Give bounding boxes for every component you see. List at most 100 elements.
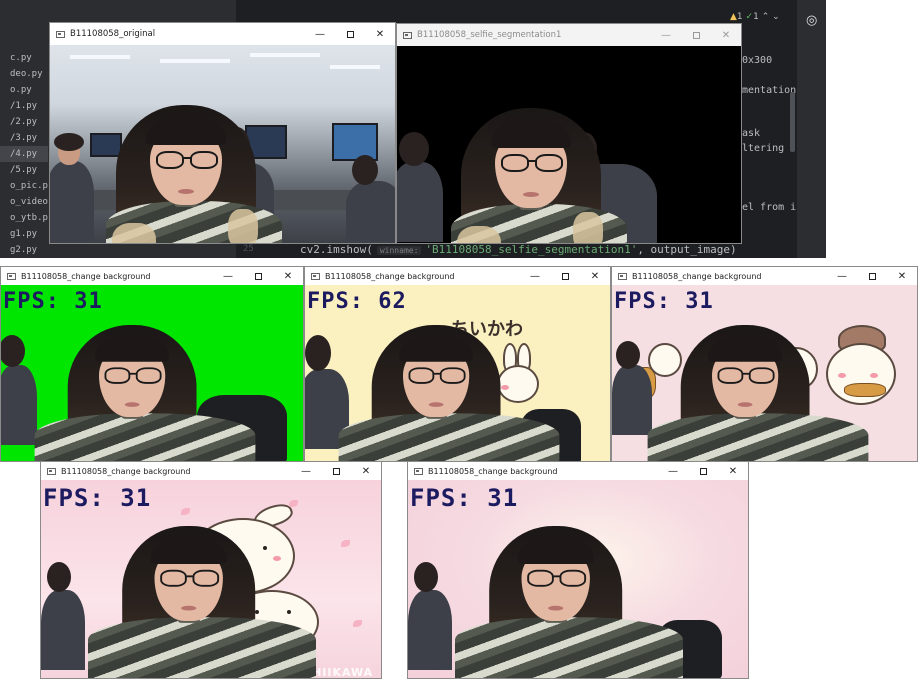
maximize-icon — [332, 467, 340, 475]
param-hint: winname: — [376, 246, 422, 255]
maximize-button[interactable] — [335, 23, 365, 45]
warning-icon: ▲ — [730, 12, 737, 22]
window-title: B11108058_change background — [632, 271, 762, 281]
maximize-button[interactable] — [681, 24, 711, 46]
file-item[interactable]: o_pic.py — [0, 178, 48, 194]
file-item[interactable]: /2.py — [0, 114, 48, 130]
close-button[interactable]: ✕ — [351, 462, 381, 480]
minimize-button[interactable]: — — [213, 267, 243, 285]
minimize-button[interactable]: — — [651, 24, 681, 46]
yellow-background-window[interactable]: B11108058_change background — ✕ ちいかわ FPS… — [304, 266, 611, 462]
fps-counter: FPS: 31 — [614, 289, 714, 314]
composited-feed: FPS: 31 — [1, 285, 303, 461]
minimize-button[interactable]: — — [520, 267, 550, 285]
ai-assistant-icon[interactable]: ◎ — [806, 13, 817, 28]
original-window[interactable]: B11108058_original — ✕ — [49, 22, 396, 244]
chevron-up-icon[interactable]: ⌃ — [762, 12, 770, 22]
pink-bunny-background-window[interactable]: B11108058_change background — ✕ CHIIKAWA — [40, 461, 382, 679]
fps-counter: FPS: 62 — [307, 289, 407, 314]
maximize-button[interactable] — [550, 267, 580, 285]
composited-feed: CHIIKAWA FPS: 31 — [41, 480, 381, 678]
file-item[interactable]: g2.py — [0, 242, 48, 258]
editor-scrollbar[interactable] — [790, 92, 795, 152]
maximize-icon — [699, 467, 707, 475]
close-button[interactable]: ✕ — [711, 24, 741, 46]
file-item[interactable]: deo.py — [0, 66, 48, 82]
code-fragment: 0x300 — [742, 55, 773, 66]
file-item[interactable]: /4.py — [0, 146, 48, 162]
file-item[interactable]: /1.py — [0, 98, 48, 114]
close-button[interactable]: ✕ — [273, 267, 303, 285]
close-button[interactable]: ✕ — [580, 267, 610, 285]
minimize-button[interactable]: — — [827, 267, 857, 285]
code-fragment: mentation — [742, 85, 797, 96]
chevron-down-icon[interactable]: ⌄ — [772, 12, 780, 22]
maximize-icon — [346, 30, 354, 38]
title-bar[interactable]: B11108058_selfie_segmentation1 — ✕ — [397, 24, 741, 46]
warning-count: 1 — [736, 12, 743, 22]
file-item[interactable]: /3.py — [0, 130, 48, 146]
window-title: B11108058_change background — [428, 466, 558, 476]
line-number: 25 — [243, 244, 254, 254]
window-icon — [414, 467, 423, 475]
code-fragment: ltering — [742, 143, 785, 154]
window-title: B11108058_original — [70, 29, 156, 39]
maximize-button[interactable] — [688, 462, 718, 480]
code-string: 'B11108058_selfie_segmentation1' — [425, 243, 638, 256]
code-call: cv2.imshow( — [300, 243, 373, 256]
maximize-button[interactable] — [857, 267, 887, 285]
code-fragment: ask — [742, 128, 761, 139]
fps-counter: FPS: 31 — [43, 484, 152, 512]
file-item[interactable]: o_video.py — [0, 194, 48, 210]
camera-feed — [50, 45, 395, 243]
ok-count: 1 — [753, 12, 759, 22]
window-title: B11108058_change background — [21, 271, 151, 281]
blurred-background-window[interactable]: B11108058_change background — ✕ FPS: 31 — [407, 461, 749, 679]
maximize-button[interactable] — [243, 267, 273, 285]
fps-counter: FPS: 31 — [3, 289, 103, 314]
window-icon — [7, 272, 16, 280]
window-title: B11108058_change background — [61, 466, 191, 476]
file-item[interactable]: c.py — [0, 50, 48, 66]
file-item[interactable]: /5.py — [0, 162, 48, 178]
segmentation-output — [397, 46, 741, 243]
code-rest: , output_image) — [637, 243, 737, 256]
close-button[interactable]: ✕ — [365, 23, 395, 45]
inspection-status[interactable]: ▲1 ✓1 ⌃ ⌄ — [730, 12, 780, 22]
title-bar[interactable]: B11108058_change background — ✕ — [612, 267, 917, 285]
minimize-button[interactable]: — — [305, 23, 335, 45]
title-bar[interactable]: B11108058_change background — ✕ — [1, 267, 303, 285]
file-item[interactable]: o_ytb.py — [0, 210, 48, 226]
code-line[interactable]: cv2.imshow(winname: 'B11108058_selfie_seg… — [300, 243, 737, 256]
title-bar[interactable]: B11108058_original — ✕ — [50, 23, 395, 45]
maximize-icon — [254, 272, 262, 280]
selfie-segmentation-window[interactable]: B11108058_selfie_segmentation1 — ✕ — [396, 23, 742, 244]
title-bar[interactable]: B11108058_change background — ✕ — [41, 462, 381, 480]
window-title: B11108058_change background — [325, 271, 455, 281]
green-background-window[interactable]: B11108058_change background — ✕ FPS: 31 — [0, 266, 304, 462]
composited-feed: FPS: 31 — [408, 480, 748, 678]
file-item[interactable]: g1.py — [0, 226, 48, 242]
title-bar[interactable]: B11108058_change background — ✕ — [408, 462, 748, 480]
minimize-button[interactable]: — — [291, 462, 321, 480]
pink-background-window[interactable]: B11108058_change background — ✕ ERY — [611, 266, 918, 462]
maximize-button[interactable] — [321, 462, 351, 480]
minimize-button[interactable]: — — [658, 462, 688, 480]
right-tool-strip — [796, 0, 826, 258]
window-icon — [56, 30, 65, 38]
code-fragment: el from im — [742, 202, 803, 213]
file-item[interactable]: o.py — [0, 82, 48, 98]
window-title: B11108058_selfie_segmentation1 — [417, 30, 562, 40]
maximize-icon — [561, 272, 569, 280]
window-icon — [311, 272, 320, 280]
maximize-icon — [692, 31, 700, 39]
window-icon — [47, 467, 56, 475]
maximize-icon — [868, 272, 876, 280]
close-button[interactable]: ✕ — [887, 267, 917, 285]
fps-counter: FPS: 31 — [410, 484, 519, 512]
close-button[interactable]: ✕ — [718, 462, 748, 480]
window-icon — [618, 272, 627, 280]
title-bar[interactable]: B11108058_change background — ✕ — [305, 267, 610, 285]
composited-feed: ERY FPS: 31 — [612, 285, 917, 461]
project-file-list: c.py deo.py o.py /1.py /2.py /3.py /4.py… — [0, 50, 48, 258]
